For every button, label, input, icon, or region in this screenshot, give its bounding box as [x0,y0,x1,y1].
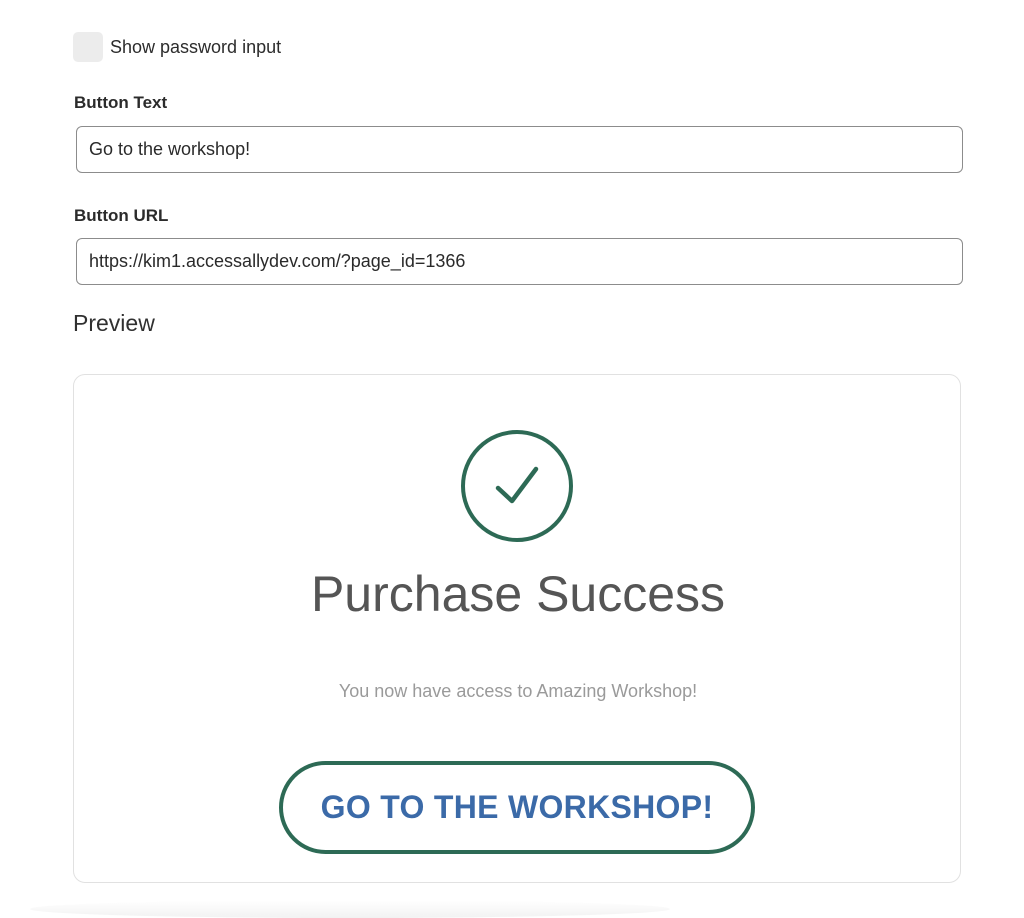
button-text-label: Button Text [74,93,168,112]
button-url-label: Button URL [74,206,169,225]
preview-heading: Preview [73,310,155,336]
success-title: Purchase Success [310,566,726,622]
show-password-label[interactable]: Show password input [110,37,281,58]
go-to-workshop-button[interactable]: GO TO THE WORKSHOP! [279,761,755,854]
button-text-input[interactable] [76,126,963,173]
bottom-shadow [30,900,670,918]
checkmark-icon [495,466,539,504]
show-password-checkbox[interactable] [73,32,103,62]
show-password-option: Show password input [73,32,281,62]
button-url-input[interactable] [76,238,963,285]
preview-card: Purchase Success You now have access to … [73,374,961,883]
success-message: You now have access to Amazing Workshop! [338,681,698,701]
checkmark-circle-icon [461,430,573,542]
settings-page: Show password input Button Text Button U… [0,0,1024,918]
